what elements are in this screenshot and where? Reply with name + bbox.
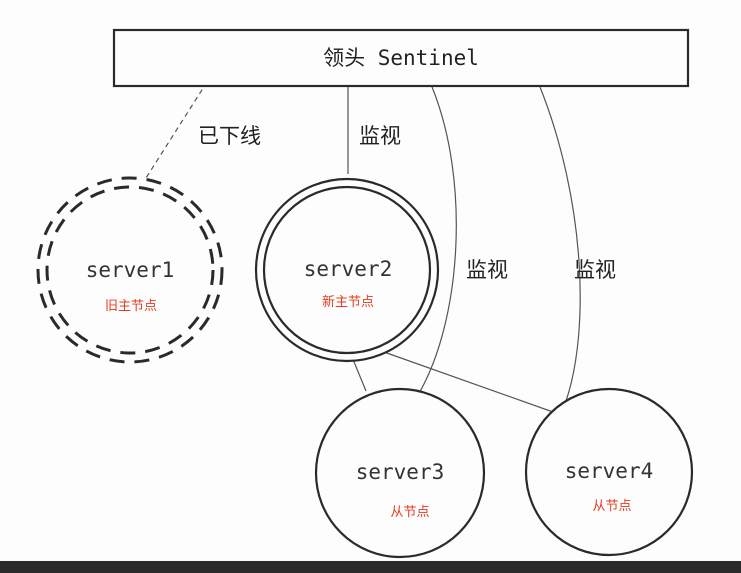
monitor-link-leader-server4 [539, 86, 581, 402]
bottom-bar [0, 561, 741, 573]
offline-label: 已下线 [198, 124, 261, 148]
monitor-label-server2: 监视 [359, 124, 401, 148]
server1-role: 旧主节点 [105, 299, 157, 314]
server3-role: 从节点 [390, 505, 429, 520]
leader-sentinel: 领头 Sentinel [112, 28, 690, 88]
server2-name: server2 [304, 257, 393, 281]
replication-link-server2-server3 [351, 356, 367, 392]
server1-name: server1 [86, 258, 175, 282]
server3-name: server3 [356, 460, 445, 484]
diagram-frame: 领头 Sentinel 已下线 监视 监视 监视 server1 旧主节点 se… [0, 0, 741, 573]
server1-node: server1 旧主节点 [36, 176, 224, 364]
monitor-label-server4: 监视 [574, 258, 616, 282]
monitor-label-server3: 监视 [466, 258, 508, 282]
server4-name: server4 [565, 459, 654, 483]
server3-node: server3 从节点 [314, 387, 486, 559]
server2-node: server2 新主节点 [254, 177, 440, 363]
sentinel-failover-diagram: 领头 Sentinel 已下线 监视 监视 监视 server1 旧主节点 se… [36, 28, 694, 559]
leader-sentinel-title: 领头 Sentinel [323, 46, 479, 70]
server2-role: 新主节点 [322, 294, 374, 310]
server4-role: 从节点 [592, 499, 631, 514]
server4-node: server4 从节点 [524, 387, 694, 557]
